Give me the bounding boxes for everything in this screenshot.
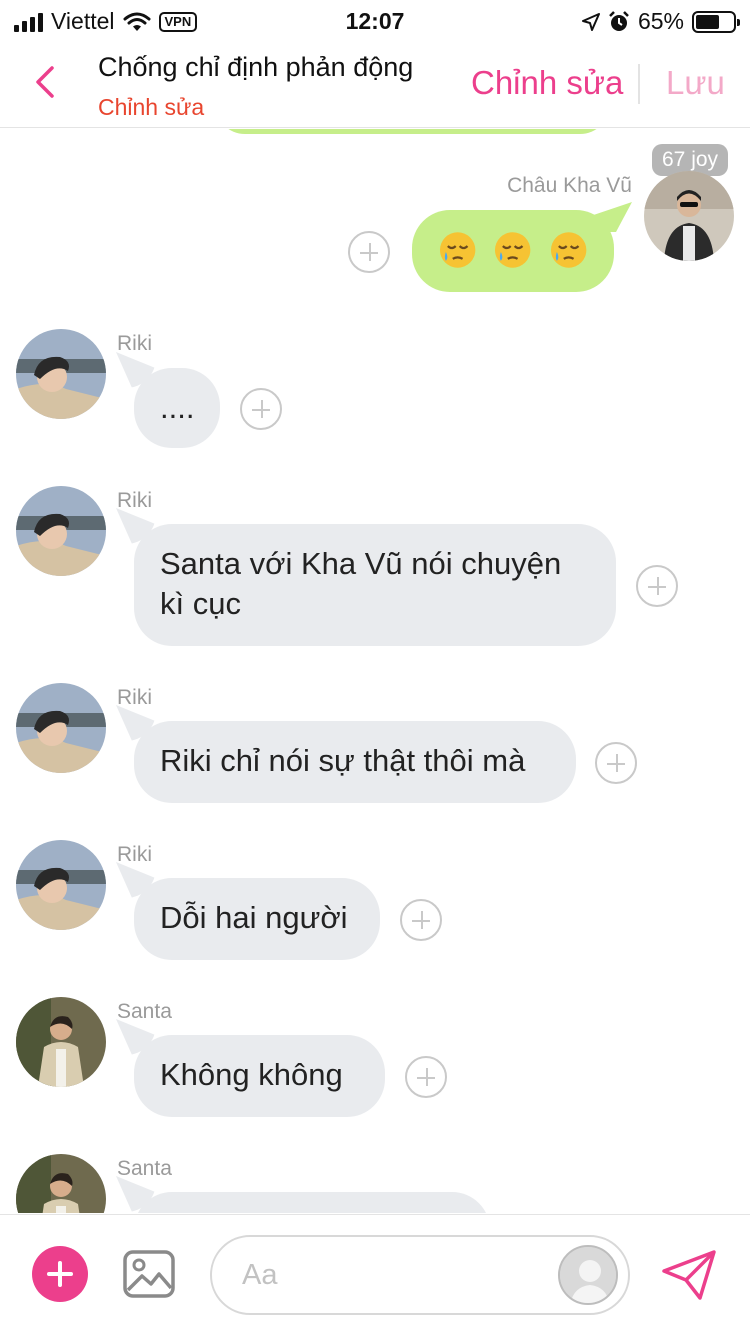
battery-percent: 65%: [637, 8, 684, 34]
sender-name: Riki: [117, 489, 152, 512]
send-icon[interactable]: [660, 1249, 718, 1301]
sender-name: Santa: [117, 1157, 172, 1180]
sleepy-face-icon: [495, 232, 531, 268]
message-composer: Aa: [0, 1214, 750, 1334]
sleepy-face-icon: [439, 232, 476, 268]
battery-icon: [692, 10, 740, 33]
message-bubble[interactable]: ....: [134, 368, 220, 448]
add-reaction-button[interactable]: [595, 742, 637, 784]
message-incoming: Riki Dỗi hai người: [0, 840, 750, 970]
avatar[interactable]: [16, 486, 106, 576]
chat-thread[interactable]: 67 joy Châu Kha Vũ Riki .... Riki Santa …: [0, 129, 750, 1213]
chat-header: Chống chỉ định phản động Chỉnh sửa Chỉnh…: [0, 40, 750, 128]
add-reaction-button[interactable]: [405, 1056, 447, 1098]
message-text-line: kì cục: [160, 586, 241, 621]
battery-level-fill: [696, 14, 720, 29]
message-bubble[interactable]: [134, 1192, 490, 1213]
avatar[interactable]: [16, 683, 106, 773]
message-bubble[interactable]: Dỗi hai người: [134, 878, 380, 960]
avatar[interactable]: [16, 329, 106, 419]
sender-name: Santa: [117, 1000, 172, 1023]
add-content-button[interactable]: [32, 1246, 88, 1302]
avatar[interactable]: [644, 171, 734, 261]
message-text-line: Santa với Kha Vũ nói chuyện: [160, 546, 562, 581]
back-chevron-icon[interactable]: [26, 62, 66, 102]
avatar[interactable]: [16, 997, 106, 1087]
message-incoming: Riki Riki chỉ nói sự thật thôi mà: [0, 683, 750, 813]
message-incoming: Riki ....: [0, 329, 750, 459]
message-incoming: Santa Không không: [0, 997, 750, 1127]
message-incoming: Riki Santa với Kha Vũ nói chuyện kì cục: [0, 486, 750, 656]
add-reaction-button[interactable]: [348, 231, 390, 273]
image-picker-icon[interactable]: [123, 1250, 175, 1298]
message-bubble[interactable]: Santa với Kha Vũ nói chuyện kì cục: [134, 524, 616, 646]
message-bubble[interactable]: Không không: [134, 1035, 385, 1117]
page-subtitle[interactable]: Chỉnh sửa: [98, 94, 204, 121]
add-reaction-button[interactable]: [240, 388, 282, 430]
message-input[interactable]: Aa: [210, 1235, 630, 1315]
save-button[interactable]: Lưu: [666, 64, 725, 102]
avatar[interactable]: [16, 1154, 106, 1213]
edit-button[interactable]: Chỉnh sửa: [471, 64, 623, 102]
message-incoming: Santa: [0, 1154, 750, 1213]
previous-message-bubble: [215, 129, 610, 134]
sender-name: Riki: [117, 332, 152, 355]
message-input-placeholder: Aa: [242, 1259, 278, 1291]
persona-avatar-icon[interactable]: [558, 1245, 618, 1305]
page-title: Chống chỉ định phản động: [98, 52, 414, 82]
message-bubble[interactable]: Riki chỉ nói sự thật thôi mà: [134, 721, 576, 803]
sleepy-face-icon: [550, 232, 587, 268]
message-bubble[interactable]: [412, 210, 614, 292]
message-outgoing: 67 joy Châu Kha Vũ: [0, 144, 750, 304]
header-divider: [638, 64, 640, 104]
sender-name: Riki: [117, 686, 152, 709]
sender-name: Châu Kha Vũ: [507, 174, 632, 197]
alarm-icon: [609, 10, 629, 31]
add-reaction-button[interactable]: [400, 899, 442, 941]
add-reaction-button[interactable]: [636, 565, 678, 607]
location-arrow-icon: [581, 12, 600, 31]
status-bar: Viettel VPN 12:07 65%: [0, 0, 750, 40]
sender-name: Riki: [117, 843, 152, 866]
avatar[interactable]: [16, 840, 106, 930]
